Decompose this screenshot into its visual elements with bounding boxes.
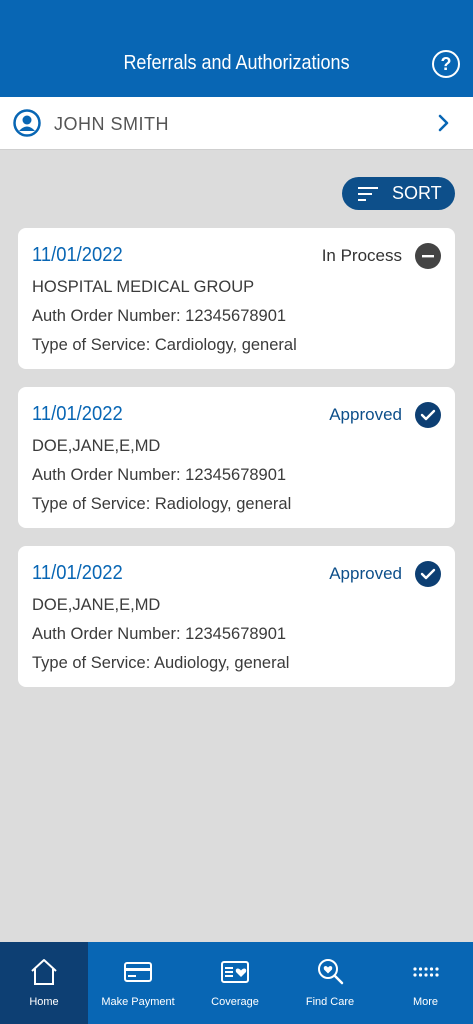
referral-card[interactable]: 11/01/2022 Approved DOE,JANE,E,MD Auth O… [18,387,455,528]
tab-coverage[interactable]: Coverage [188,942,282,1024]
tab-make-payment[interactable]: Make Payment [88,942,188,1024]
service-type: Type of Service: Cardiology, general [32,336,297,354]
question-circle-icon[interactable]: ? [432,50,460,78]
tab-label: More [412,996,439,1008]
service-type: Type of Service: Audiology, general [32,654,290,672]
provider-name: DOE,JANE,E,MD [32,596,161,614]
more-dots-icon [412,967,439,977]
tab-more[interactable]: More [378,942,473,1024]
service-type: Type of Service: Radiology, general [32,495,292,513]
home-icon [31,959,57,985]
check-circle-icon [415,561,441,587]
auth-order-number: Auth Order Number: 12345678901 [32,625,287,643]
bottom-tab-bar: Home Make Payment Coverage Find Care Mor… [0,942,473,1024]
app-header: Referrals and Authorizations ? [0,0,473,97]
tab-label: Coverage [211,996,259,1008]
auth-order-number: Auth Order Number: 12345678901 [32,466,287,484]
page-title: Referrals and Authorizations [123,52,350,74]
status-label: Approved [329,564,402,583]
provider-name: DOE,JANE,E,MD [32,437,161,455]
sort-label: SORT [392,183,442,203]
minus-circle-icon [415,243,441,269]
id-card-icon [221,961,249,983]
user-circle-icon [13,109,41,137]
referral-date: 11/01/2022 [32,244,123,266]
tab-find-care[interactable]: Find Care [282,942,378,1024]
referral-date: 11/01/2022 [32,562,123,584]
tab-home[interactable]: Home [0,942,88,1024]
provider-name: HOSPITAL MEDICAL GROUP [32,278,255,296]
status-label: In Process [321,246,402,265]
sort-lines-icon [358,186,378,201]
status-label: Approved [329,405,402,424]
check-circle-icon [415,402,441,428]
tab-label: Home [29,996,59,1008]
referral-date: 11/01/2022 [32,403,123,425]
referral-card[interactable]: 11/01/2022 In Process HOSPITAL MEDICAL G… [18,228,455,369]
tab-label: Make Payment [101,996,175,1008]
member-name: JOHN SMITH [54,114,169,134]
chevron-right-icon [438,114,449,132]
member-selector[interactable]: JOHN SMITH [0,97,473,150]
referral-card[interactable]: 11/01/2022 Approved DOE,JANE,E,MD Auth O… [18,546,455,687]
search-heart-icon [318,959,344,985]
credit-card-icon [124,962,152,982]
tab-label: Find Care [305,996,355,1008]
auth-order-number: Auth Order Number: 12345678901 [32,307,287,325]
sort-button[interactable]: SORT [342,177,455,210]
